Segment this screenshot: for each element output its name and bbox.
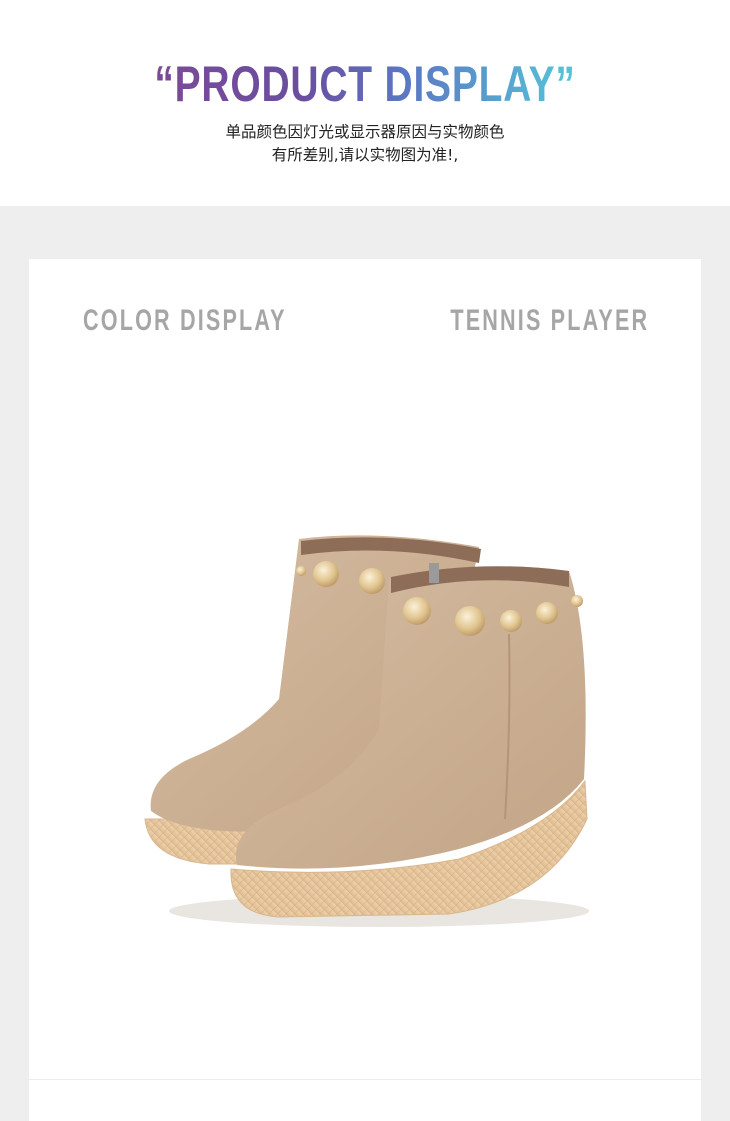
product-card: COLOR DISPLAY TENNIS PLAYER xyxy=(29,259,701,1121)
product-display-header: “PRODUCT DISPLAY” 单品颜色因灯光或显示器原因与实物颜色 有所差… xyxy=(0,0,730,206)
gold-stud-icon xyxy=(571,595,583,607)
product-image xyxy=(144,535,589,927)
gold-stud-icon xyxy=(536,602,558,624)
color-disclaimer-line1: 单品颜色因灯光或显示器原因与实物颜色 xyxy=(225,123,505,141)
gold-stud-icon xyxy=(455,606,485,636)
zipper-pull-icon xyxy=(429,563,439,583)
gold-stud-icon xyxy=(313,561,339,587)
color-disclaimer-line2: 有所差别,请以实物图为准!, xyxy=(271,146,459,164)
page-title: “PRODUCT DISPLAY” xyxy=(154,56,576,112)
card-divider xyxy=(29,1079,701,1080)
gold-stud-icon xyxy=(403,597,431,625)
gold-stud-icon xyxy=(500,610,522,632)
tennis-player-label: TENNIS PLAYER xyxy=(450,304,649,337)
color-display-label: COLOR DISPLAY xyxy=(83,304,287,337)
gold-stud-icon xyxy=(359,568,385,594)
gold-stud-icon xyxy=(296,566,306,576)
